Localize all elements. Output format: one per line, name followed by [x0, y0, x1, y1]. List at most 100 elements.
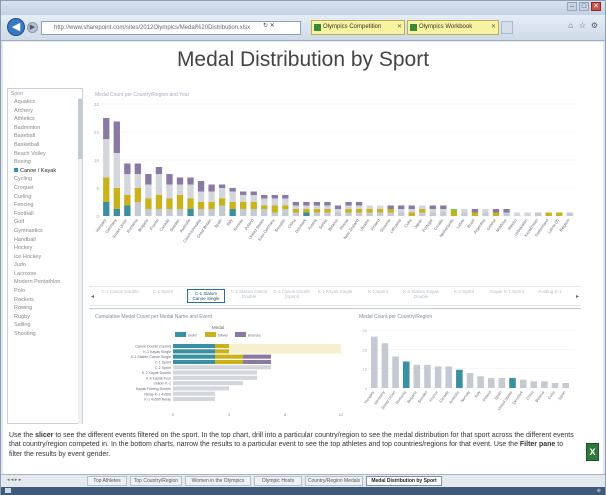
bar-segment[interactable] [408, 212, 415, 217]
slicer-item[interactable]: Basketball [8, 141, 82, 150]
slicer-item[interactable]: Gymnastics [8, 227, 82, 236]
bar-segment[interactable] [145, 174, 152, 185]
excel-icon[interactable]: X [586, 443, 599, 461]
timeline-item[interactable]: C-1 Canoe Double [101, 289, 139, 294]
timeline-item[interactable]: C-1 Sprint [144, 289, 182, 294]
bar-segment[interactable] [208, 184, 215, 192]
bar-segment[interactable] [408, 209, 415, 213]
bar[interactable] [509, 378, 516, 388]
bar-segment[interactable] [197, 202, 205, 209]
slicer-item[interactable]: Aquatics [8, 98, 82, 107]
bar-segment[interactable] [173, 359, 215, 364]
bar-segment[interactable] [155, 209, 163, 216]
slicer-item[interactable]: Baseball [8, 132, 82, 141]
bar-segment[interactable] [313, 202, 321, 206]
close-tab-icon[interactable]: ✕ [491, 21, 496, 34]
bar-segment[interactable] [292, 202, 300, 206]
bar-segment[interactable] [187, 177, 194, 185]
home-icon[interactable]: ⌂ [566, 20, 575, 31]
slicer-item[interactable]: Handball [8, 236, 82, 245]
bar-segment[interactable] [173, 365, 215, 370]
bar-segment[interactable] [313, 212, 321, 217]
bar-segment[interactable] [103, 118, 110, 139]
bar-segment[interactable] [450, 209, 458, 213]
bar-segment[interactable] [545, 212, 552, 217]
slicer-item[interactable]: Rugby [8, 313, 82, 322]
close-button[interactable]: ✕ [591, 2, 601, 11]
timeline-item[interactable]: C-2 Slalom Canoe Double [230, 289, 268, 299]
bar-segment[interactable] [250, 209, 257, 216]
bar-segment[interactable] [201, 370, 229, 375]
bar-segment[interactable] [243, 365, 271, 370]
bar-segment[interactable] [366, 209, 373, 213]
timeline-item[interactable]: C-1 Slalom Canoe Single [187, 289, 225, 303]
bar-segment[interactable] [134, 188, 142, 202]
bar-segment[interactable] [208, 191, 215, 203]
slicer-item[interactable]: Judo [8, 261, 82, 270]
bar-segment[interactable] [303, 209, 310, 213]
bar-segment[interactable] [124, 205, 131, 217]
bar-segment[interactable] [187, 184, 194, 199]
bar-segment[interactable] [208, 209, 215, 216]
forward-button[interactable]: ▶ [27, 22, 38, 33]
bar-segment[interactable] [103, 139, 110, 178]
bar-segment[interactable] [324, 209, 331, 213]
bar[interactable] [562, 383, 569, 388]
bar-segment[interactable] [243, 354, 271, 359]
slicer-scroll-thumb[interactable] [78, 99, 82, 159]
timeline-right-arrow[interactable]: ▸ [576, 293, 579, 300]
bar-segment[interactable] [345, 202, 352, 206]
bar-segment[interactable] [345, 212, 352, 217]
bar-segment[interactable] [261, 195, 268, 199]
slicer-item[interactable]: Shooting [8, 330, 82, 339]
bar-segment[interactable] [176, 209, 184, 216]
bar-segment[interactable] [450, 212, 458, 217]
slicer-item[interactable]: Hockey [8, 244, 82, 253]
sheet-tab[interactable]: Country/Region Medals [305, 476, 363, 486]
timeline-item[interactable]: K-1 Kayak Single [316, 289, 354, 294]
bar-segment[interactable] [387, 209, 394, 213]
timeline-item[interactable]: K-2 Slalom Kayak Double [402, 289, 440, 299]
sheet-tab[interactable]: Top Country/Region [130, 476, 182, 486]
favorites-icon[interactable]: ☆ [578, 20, 587, 31]
slicer-item[interactable]: Badminton [8, 124, 82, 133]
bar-segment[interactable] [187, 198, 194, 210]
bar-segment[interactable] [229, 188, 236, 192]
bar-segment[interactable] [166, 209, 173, 216]
bar-segment[interactable] [124, 174, 131, 195]
bar-segment[interactable] [292, 205, 300, 210]
sheet-tab[interactable]: Top Athletes [87, 476, 127, 486]
bar-segment[interactable] [524, 212, 531, 217]
bar-segment[interactable] [166, 174, 173, 185]
slicer-item[interactable]: Rackets [8, 296, 82, 305]
bar-segment[interactable] [534, 212, 542, 217]
bar-segment[interactable] [324, 212, 331, 217]
sheet-nav-arrows[interactable]: ◂ ◂ ▸ ▸ [7, 477, 21, 483]
slicer-item[interactable]: Athletics [8, 115, 82, 124]
bar[interactable] [466, 373, 474, 388]
bar-segment[interactable] [173, 349, 215, 354]
bar-segment[interactable] [215, 386, 229, 391]
bar-segment[interactable] [201, 391, 215, 396]
bar-segment[interactable] [503, 209, 510, 213]
bar-segment[interactable] [492, 209, 500, 213]
bar-segment[interactable] [201, 375, 229, 380]
bar-segment[interactable] [303, 212, 310, 217]
slicer-item[interactable]: Football [8, 210, 82, 219]
bar-segment[interactable] [345, 209, 352, 213]
bar[interactable] [477, 376, 484, 388]
bar[interactable] [371, 336, 378, 388]
bar-segment[interactable] [556, 212, 563, 217]
bar-segment[interactable] [440, 209, 447, 213]
slicer-item[interactable]: Archery [8, 107, 82, 116]
bar-segment[interactable] [173, 391, 187, 396]
bar-segment[interactable] [303, 205, 310, 210]
bar-segment[interactable] [201, 381, 229, 386]
slicer-item[interactable]: Lacrosse [8, 270, 82, 279]
bar-segment[interactable] [240, 195, 247, 202]
bar-segment[interactable] [250, 191, 257, 196]
bar-segment[interactable] [482, 209, 489, 213]
bar-segment[interactable] [176, 184, 184, 196]
bar-segment[interactable] [155, 195, 163, 209]
bar-segment[interactable] [387, 212, 394, 217]
